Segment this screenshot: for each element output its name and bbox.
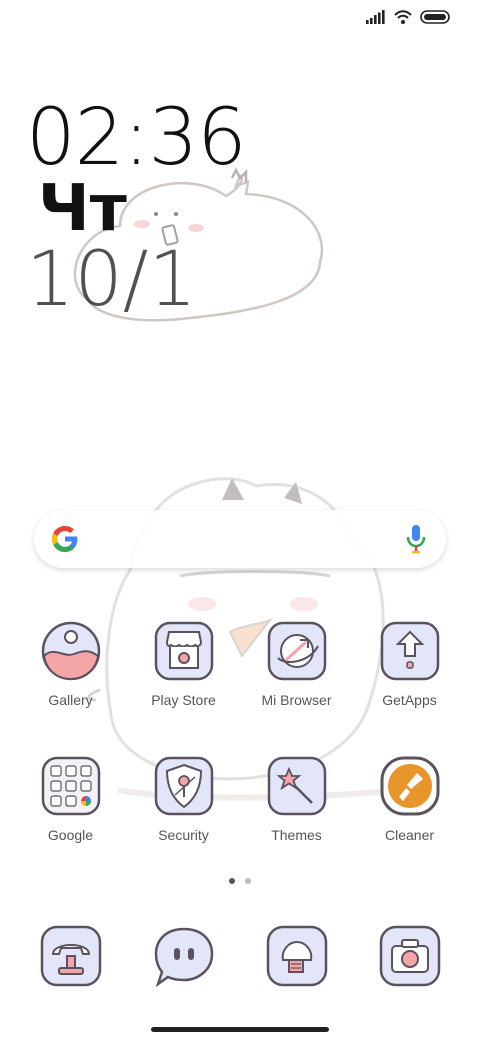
cellular-signal-icon	[366, 10, 385, 24]
page-dot-2[interactable]	[245, 878, 251, 884]
dock	[14, 924, 466, 988]
dock-phone[interactable]	[14, 924, 127, 988]
app-play-store[interactable]: Play Store	[127, 620, 240, 708]
clock-date: 10/1	[26, 234, 197, 323]
app-label: Themes	[271, 827, 322, 843]
app-google-folder[interactable]: Google	[14, 755, 127, 843]
app-label: Mi Browser	[261, 692, 332, 708]
app-getapps[interactable]: GetApps	[353, 620, 466, 708]
wifi-icon	[394, 10, 412, 24]
app-label: Security	[158, 827, 209, 843]
play-store-icon	[154, 621, 213, 681]
microphone-icon[interactable]	[406, 524, 426, 554]
browser-dock-icon	[266, 925, 327, 987]
app-label: Play Store	[151, 692, 216, 708]
clock-widget[interactable]: 02:36 Чт 10/1	[26, 93, 247, 323]
security-icon	[154, 756, 213, 816]
app-grid-row-2: Google Security Themes Cleaner	[14, 755, 466, 843]
google-g-icon	[52, 526, 78, 552]
app-label: Gallery	[48, 692, 93, 708]
app-label: Cleaner	[384, 827, 435, 843]
camera-icon	[379, 925, 440, 987]
app-security[interactable]: Security	[127, 755, 240, 843]
google-search-bar[interactable]	[34, 510, 446, 568]
battery-icon	[420, 10, 450, 24]
dock-camera[interactable]	[353, 924, 466, 988]
app-cleaner[interactable]: Cleaner	[353, 755, 466, 843]
app-label: Google	[47, 827, 94, 843]
app-label: GetApps	[382, 692, 437, 708]
browser-icon	[267, 621, 326, 681]
messages-icon	[154, 927, 213, 988]
app-themes[interactable]: Themes	[240, 755, 353, 843]
gallery-icon	[41, 621, 100, 681]
clock-weekday: Чт	[38, 172, 127, 246]
phone-icon	[40, 925, 101, 987]
app-grid-row-1: Gallery Play Store Mi Browser GetApps	[14, 620, 466, 708]
getapps-icon	[380, 621, 439, 681]
dock-messages[interactable]	[127, 924, 240, 988]
app-gallery[interactable]: Gallery	[14, 620, 127, 708]
page-indicator[interactable]	[0, 878, 480, 884]
cleaner-icon	[380, 756, 439, 816]
app-mi-browser[interactable]: Mi Browser	[240, 620, 353, 708]
google-folder-icon	[41, 756, 100, 816]
dock-browser[interactable]	[240, 924, 353, 988]
home-indicator[interactable]	[151, 1027, 329, 1032]
page-dot-1[interactable]	[229, 878, 235, 884]
themes-icon	[267, 756, 326, 816]
clock-time: 02:36	[26, 93, 247, 183]
status-bar	[366, 10, 452, 24]
